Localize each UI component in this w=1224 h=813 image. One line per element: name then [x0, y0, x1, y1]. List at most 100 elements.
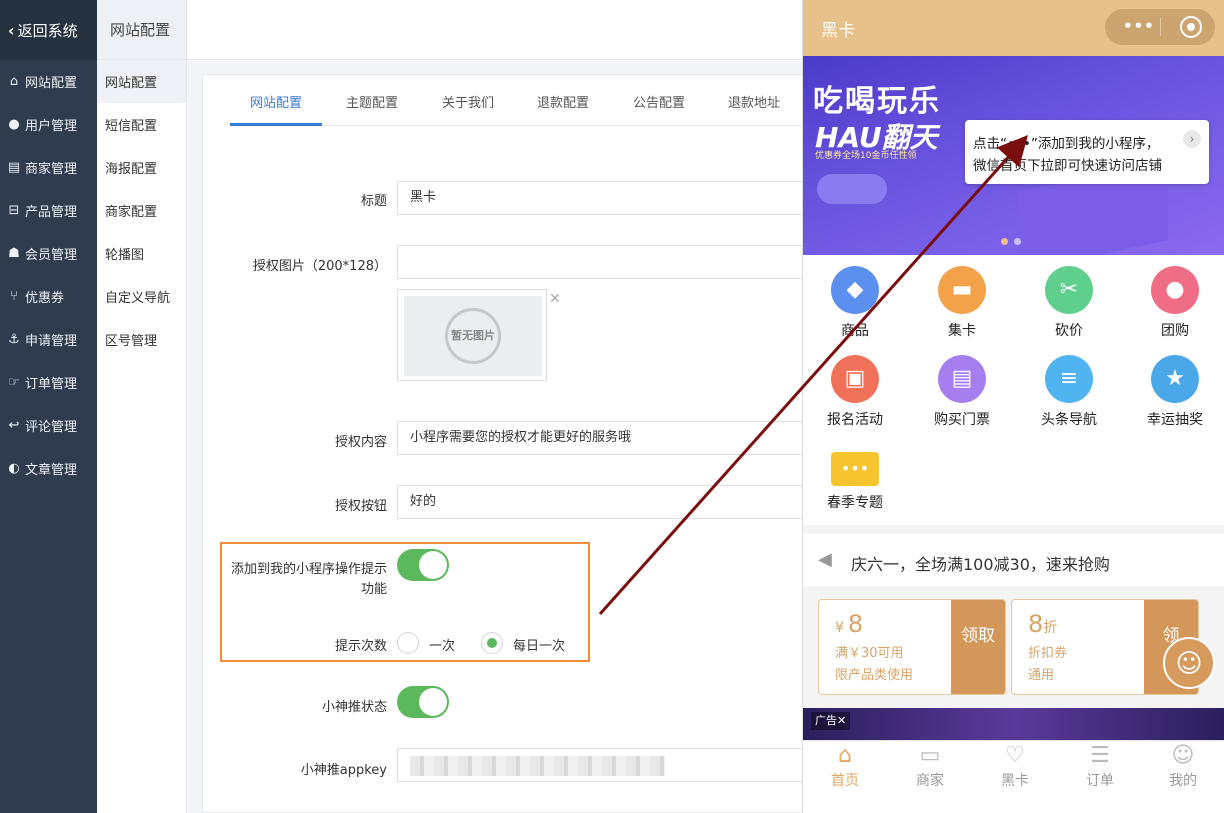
auth-image-preview[interactable]: 暂无图片 — [397, 289, 547, 381]
grid-item-group-buy[interactable]: ● 团购 — [1125, 266, 1224, 340]
tabbar-label: 商家 — [916, 773, 944, 789]
coupon-card[interactable]: ¥8 满￥30可用 限产品类使用 领取 — [818, 599, 1006, 695]
top-bar — [187, 0, 807, 60]
news-icon: ≡ — [1045, 355, 1093, 403]
miniprogram-capsule[interactable]: ••• — [1105, 9, 1215, 45]
phone-header: 黑卡 ••• — [803, 0, 1224, 56]
sidebar-item-users[interactable]: ● 用户管理 — [0, 103, 97, 146]
coupon-amount: ¥8 — [835, 610, 863, 638]
sidebar-item-label: 申请管理 — [25, 334, 78, 349]
tab-notice-config[interactable]: 公告配置 — [633, 88, 685, 126]
article-icon: ◐ — [8, 461, 20, 476]
add-tip-toggle[interactable] — [397, 549, 449, 581]
add-tip-label-cont: 功能 — [360, 582, 387, 597]
sub-sidebar: 网站配置 网站配置 短信配置 海报配置 商家配置 轮播图 自定义导航 区号管理 — [97, 0, 187, 813]
shop-icon: ▭ — [919, 743, 941, 768]
sidebar-item-merchants[interactable]: ▤ 商家管理 — [0, 146, 97, 189]
chevron-left-icon: ‹ — [8, 20, 15, 40]
user-icon: ● — [8, 117, 20, 132]
tab-theme-config[interactable]: 主题配置 — [346, 88, 398, 126]
grid-item-goods[interactable]: ◆ 商品 — [805, 266, 905, 340]
grid-label: 幸运抽奖 — [1147, 412, 1203, 428]
tabbar-home[interactable]: ⌂ 首页 — [803, 741, 887, 790]
tabbar-blackcard[interactable]: ♡ 黑卡 — [973, 741, 1057, 790]
title-input[interactable]: 黑卡 — [397, 181, 817, 215]
sidebar-item-products[interactable]: ⊟ 产品管理 — [0, 189, 97, 232]
sub-item-sms-config[interactable]: 短信配置 — [97, 103, 186, 146]
sub-item-area-code[interactable]: 区号管理 — [97, 318, 186, 361]
tip-close-icon[interactable]: › — [1183, 130, 1201, 148]
sidebar-item-label: 商家管理 — [25, 162, 78, 177]
auth-button-label: 授权按钮 — [334, 499, 387, 514]
sidebar-item-site-config[interactable]: ⌂ 网站配置 — [0, 60, 97, 103]
phone-title: 黑卡 — [821, 21, 855, 41]
promo-banner[interactable]: 吃喝玩乐 HAU翻天 优惠券全场10金币任性领 点击“•••”添加到我的小程序，… — [803, 56, 1224, 255]
grid-item-spring-special[interactable]: ••• 春季专题 — [805, 444, 905, 512]
sidebar-item-coupons[interactable]: ⑂ 优惠券 — [0, 275, 97, 318]
remove-image-icon[interactable]: ✕ — [549, 291, 561, 307]
cards-icon: ▬ — [938, 266, 986, 314]
tabbar-orders[interactable]: ☰ 订单 — [1058, 741, 1142, 790]
sidebar-item-articles[interactable]: ◐ 文章管理 — [0, 447, 97, 490]
sidebar-item-label: 文章管理 — [25, 463, 78, 478]
claim-coupon-button[interactable]: 领取 — [951, 600, 1005, 694]
grid-item-bargain[interactable]: ✂ 砍价 — [1019, 266, 1119, 340]
grid-item-signup[interactable]: ▣ 报名活动 — [805, 355, 905, 429]
coupon-value: 8 — [847, 610, 864, 638]
sub-item-site-config[interactable]: 网站配置 — [97, 60, 186, 103]
tab-about-us[interactable]: 关于我们 — [442, 88, 494, 126]
auth-button-input[interactable]: 好的 — [397, 485, 817, 519]
toggle-knob — [419, 551, 447, 579]
gift-icon: ▣ — [831, 355, 879, 403]
close-target-icon[interactable] — [1180, 16, 1202, 38]
cloud-illustration — [817, 174, 887, 204]
tabbar-label: 黑卡 — [1001, 773, 1029, 789]
sub-item-poster-config[interactable]: 海报配置 — [97, 146, 186, 189]
carousel-dot — [1001, 238, 1008, 245]
auth-image-input[interactable] — [397, 245, 817, 279]
tag-icon: ✂ — [1045, 266, 1093, 314]
sidebar-item-members[interactable]: ☗ 会员管理 — [0, 232, 97, 275]
add-to-miniprogram-tip: 点击“•••”添加到我的小程序， 微信首页下拉即可快速访问店铺 › — [965, 120, 1209, 184]
main-sidebar: ‹ 返回系统 ⌂ 网站配置 ● 用户管理 ▤ 商家管理 ⊟ 产品管理 ☗ 会员管理 ⑂ 优惠… — [0, 0, 97, 813]
member-icon: ☗ — [8, 246, 20, 261]
tabbar-label: 首页 — [831, 773, 859, 789]
auth-content-input[interactable]: 小程序需要您的授权才能更好的服务哦 — [397, 421, 817, 455]
award-icon: ★ — [1151, 355, 1199, 403]
grid-item-news-nav[interactable]: ≡ 头条导航 — [1019, 355, 1119, 429]
tabbar-label: 订单 — [1086, 773, 1114, 789]
grid-item-lottery[interactable]: ★ 幸运抽奖 — [1125, 355, 1224, 429]
notice-bar[interactable]: ◀ 庆六一，全场满100减30，速来抢购 — [803, 534, 1224, 586]
banner-title: 吃喝玩乐 — [813, 84, 941, 119]
tab-site-config[interactable]: 网站配置 — [230, 88, 322, 126]
grid-item-cards[interactable]: ▬ 集卡 — [912, 266, 1012, 340]
ad-tag[interactable]: 广告✕ — [811, 712, 851, 730]
carousel-dot — [1014, 238, 1021, 245]
tab-refund-config[interactable]: 退款配置 — [537, 88, 589, 126]
sidebar-item-label: 优惠券 — [25, 291, 65, 306]
ad-banner[interactable]: 广告✕ — [803, 708, 1224, 740]
radio-once[interactable] — [397, 632, 419, 654]
xiaoshen-status-toggle[interactable] — [397, 686, 449, 718]
grid-item-tickets[interactable]: ▤ 购买门票 — [912, 355, 1012, 429]
tabbar-shops[interactable]: ▭ 商家 — [888, 741, 972, 790]
radio-once-label: 一次 — [429, 639, 456, 654]
tab-refund-address[interactable]: 退款地址 — [728, 88, 780, 126]
customer-service-icon[interactable]: ☺ — [1163, 637, 1215, 689]
radio-daily[interactable] — [481, 632, 503, 654]
sidebar-item-comments[interactable]: ↩ 评论管理 — [0, 404, 97, 447]
tabbar-mine[interactable]: ☺ 我的 — [1141, 741, 1224, 790]
sub-sidebar-title: 网站配置 — [97, 0, 186, 60]
sub-item-merchant-config[interactable]: 商家配置 — [97, 189, 186, 232]
carousel-dots — [1001, 234, 1027, 249]
sub-item-custom-nav[interactable]: 自定义导航 — [97, 275, 186, 318]
back-to-system-button[interactable]: ‹ 返回系统 — [0, 0, 97, 60]
sidebar-item-applications[interactable]: ⚓ 申请管理 — [0, 318, 97, 361]
group-icon: ● — [1151, 266, 1199, 314]
sub-item-carousel[interactable]: 轮播图 — [97, 232, 186, 275]
coupon-condition: 满￥30可用 — [835, 646, 904, 661]
more-icon[interactable]: ••• — [1123, 17, 1155, 35]
grid-label: 购买门票 — [934, 412, 990, 428]
screen: ‹ 返回系统 ⌂ 网站配置 ● 用户管理 ▤ 商家管理 ⊟ 产品管理 ☗ 会员管理 ⑂ 优惠… — [0, 0, 1224, 813]
sidebar-item-orders[interactable]: ☞ 订单管理 — [0, 361, 97, 404]
